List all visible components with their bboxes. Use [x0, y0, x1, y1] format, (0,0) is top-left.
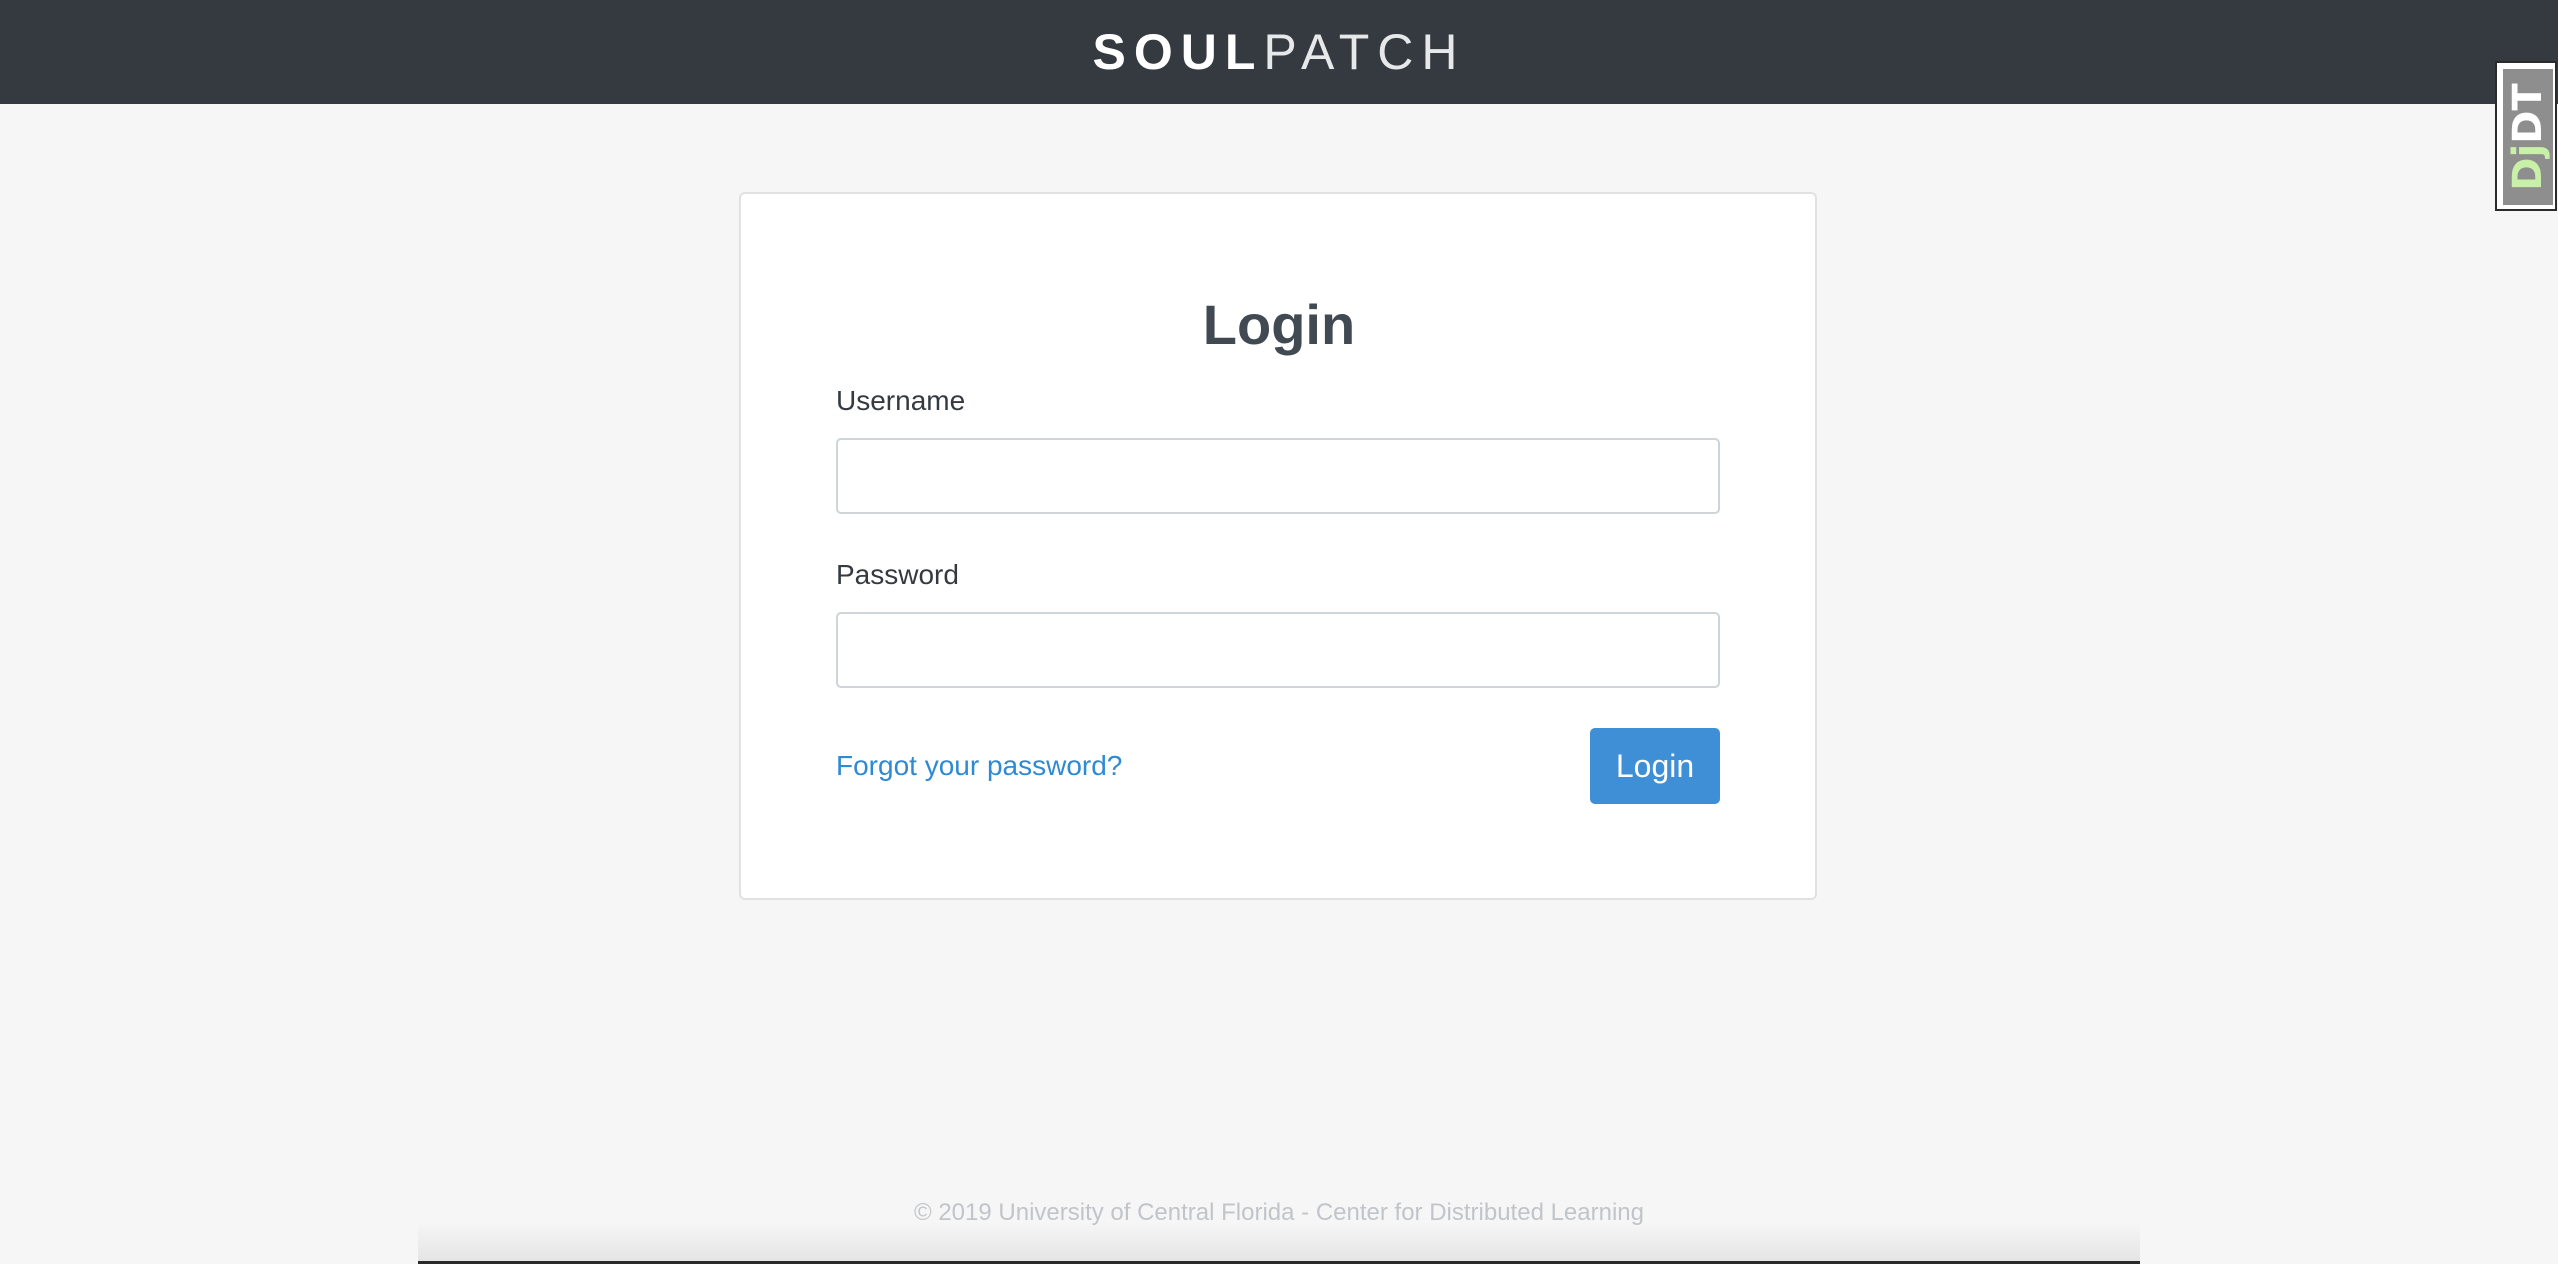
brand-logo-light: PATCH [1263, 24, 1466, 80]
debug-toolbar-handle[interactable]: DjDT [2495, 61, 2557, 211]
debug-toolbar-label-suffix: DT [2505, 83, 2551, 144]
debug-toolbar-label: DjDT [2505, 83, 2551, 190]
password-label: Password [836, 559, 959, 590]
username-label: Username [836, 385, 966, 416]
debug-toolbar-label-prefix: Dj [2505, 143, 2551, 191]
brand-logo[interactable]: SOULPATCH [1093, 27, 1466, 77]
debug-toolbar-handle-inner: DjDT [2503, 69, 2553, 205]
forgot-password-link[interactable]: Forgot your password? [836, 748, 1122, 784]
username-input[interactable] [836, 438, 1720, 514]
login-title: Login [1202, 293, 1356, 356]
bottom-shadow-divider [418, 1222, 2140, 1264]
top-navbar: SOULPATCH [0, 0, 2558, 104]
password-input[interactable] [836, 612, 1720, 688]
login-button[interactable]: Login [1590, 728, 1720, 804]
brand-logo-bold: SOUL [1092, 24, 1264, 80]
